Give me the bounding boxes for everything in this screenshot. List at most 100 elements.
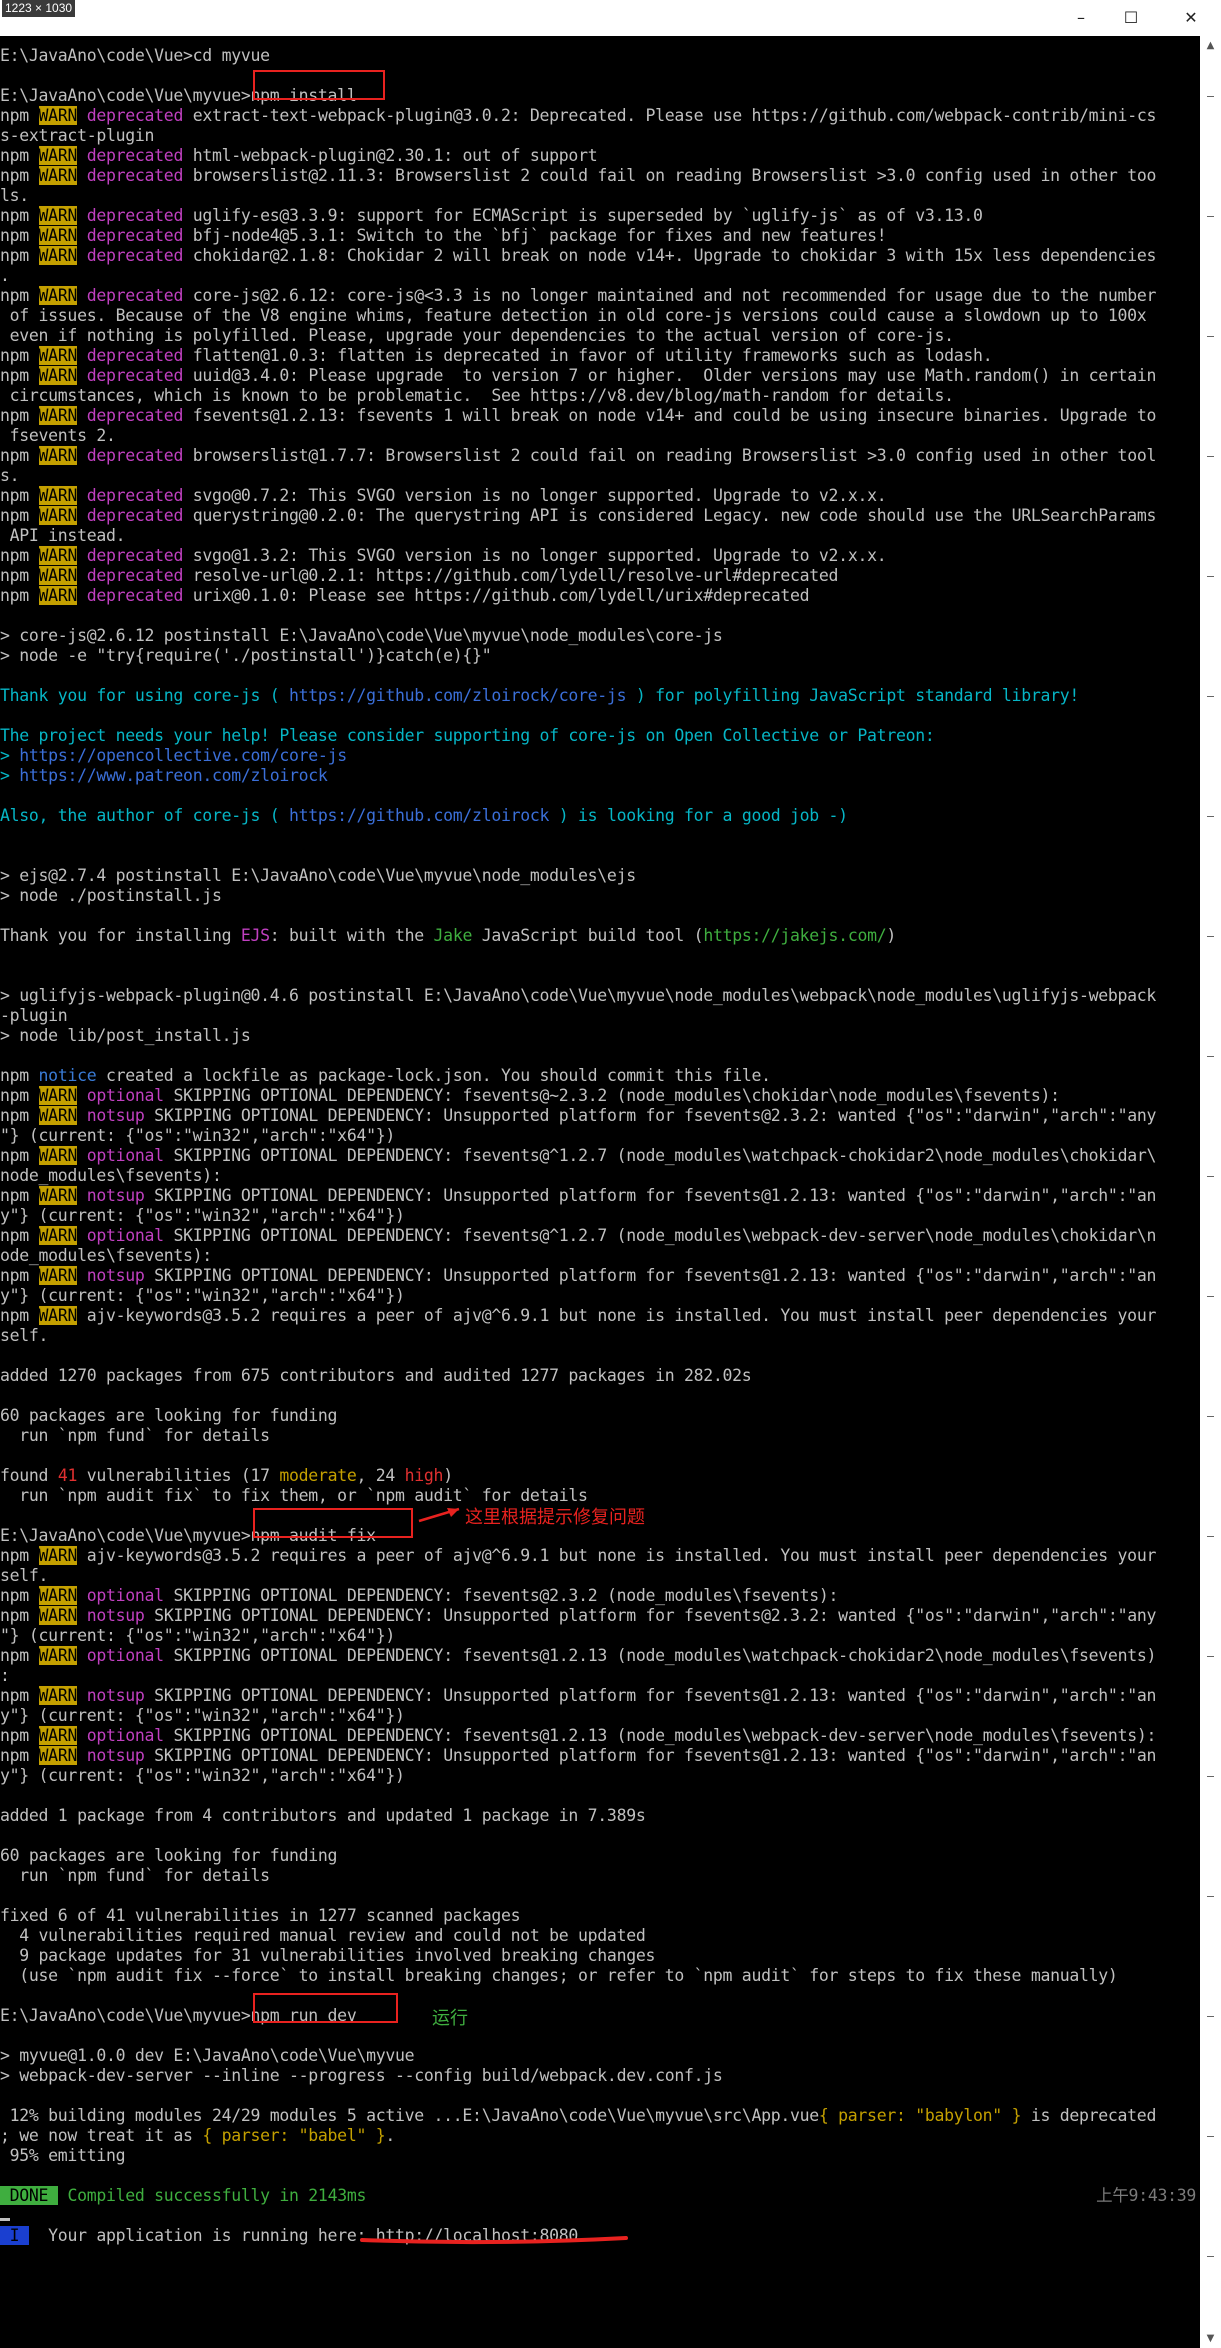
terminal-text-segment: resolve-url@0.2.1: https://github.com/ly… — [183, 566, 839, 585]
terminal-text-segment: deprecated — [86, 486, 184, 505]
terminal-line: npm WARN deprecated html-webpack-plugin@… — [0, 146, 598, 166]
terminal-text-segment: WARN — [38, 106, 78, 125]
terminal-line: DONE Compiled successfully in 2143ms — [0, 2186, 366, 2206]
terminal-text-segment: SKIPPING OPTIONAL DEPENDENCY: fsevents@1… — [163, 1646, 1157, 1665]
terminal-text-segment: https://github.com/zloirock/core-js — [289, 686, 627, 705]
scrollbar-tick — [1207, 1416, 1214, 1417]
terminal-text-segment: npm — [0, 1266, 39, 1285]
terminal-text-segment: npm — [0, 1546, 39, 1565]
terminal-text-segment: svgo@1.3.2: This SVGO version is no long… — [183, 546, 887, 565]
terminal-text-segment: bfj-node4@5.3.1: Switch to the `bfj` pac… — [183, 226, 887, 245]
terminal-text-segment: npm — [0, 586, 39, 605]
terminal-text-segment: ajv-keywords@3.5.2 requires a peer of aj… — [77, 1546, 1157, 1565]
terminal-line: run `npm fund` for details — [0, 1426, 270, 1446]
terminal-text-segment: WARN — [38, 1746, 78, 1765]
terminal-text-segment: deprecated — [86, 286, 184, 305]
terminal-line: npm WARN deprecated uglify-es@3.3.9: sup… — [0, 206, 983, 226]
terminal-text-segment: API instead. — [0, 526, 126, 545]
terminal-line: y"} (current: {"os":"win32","arch":"x64"… — [0, 1766, 405, 1786]
terminal-line: fixed 6 of 41 vulnerabilities in 1277 sc… — [0, 1906, 521, 1926]
terminal-text-segment: WARN — [38, 1266, 78, 1285]
terminal-text-segment: > node ./postinstall.js — [0, 886, 222, 905]
terminal-text-segment: WARN — [38, 1586, 78, 1605]
terminal-text-segment: (use `npm audit fix --force` to install … — [0, 1966, 1118, 1985]
terminal-text-segment: uuid@3.4.0: Please upgrade to version 7 … — [183, 366, 1157, 385]
terminal-line: 4 vulnerabilities required manual review… — [0, 1926, 646, 1946]
terminal-text-segment: urix@0.1.0: Please see https://github.co… — [183, 586, 810, 605]
terminal-text-segment: 41 — [57, 1466, 78, 1485]
terminal-line: npm WARN deprecated bfj-node4@5.3.1: Swi… — [0, 226, 887, 246]
terminal-text-segment: WARN — [38, 206, 78, 225]
terminal-text-segment: s-extract-plugin — [0, 126, 155, 145]
terminal-line: even if nothing is polyfilled. Please, u… — [0, 326, 954, 346]
terminal-text-segment: y"} (current: {"os":"win32","arch":"x64"… — [0, 1286, 405, 1305]
terminal-text-segment: of issues. Because of the V8 engine whim… — [0, 306, 1147, 325]
terminal-line: npm WARN deprecated querystring@0.2.0: T… — [0, 506, 1156, 526]
maximize-icon[interactable]: ☐ — [1111, 4, 1151, 32]
window-title: 1223 × 1030 — [2, 0, 76, 17]
terminal-text-segment: > core-js@2.6.12 postinstall E:\JavaAno\… — [0, 626, 723, 645]
terminal-text-segment: ) — [443, 1466, 453, 1485]
terminal-line: (use `npm audit fix --force` to install … — [0, 1966, 1118, 1986]
terminal-text-segment: optional — [86, 1086, 164, 1105]
terminal-text-segment: WARN — [38, 1546, 78, 1565]
terminal-text-segment: run `npm fund` for details — [0, 1866, 270, 1885]
terminal-text-segment: created a lockfile as package-lock.json.… — [96, 1066, 771, 1085]
terminal-text-segment: WARN — [38, 1606, 78, 1625]
terminal-text-segment: npm — [0, 1066, 39, 1085]
terminal-text-segment: Thank you for using core-js ( — [0, 686, 290, 705]
terminal-text-segment: https://www.patreon.com/zloirock — [19, 766, 328, 785]
terminal-text-segment: I — [0, 2226, 29, 2245]
terminal-text-segment: deprecated — [86, 506, 184, 525]
scrollbar-tick — [1207, 456, 1214, 457]
terminal-text-segment: SKIPPING OPTIONAL DEPENDENCY: Unsupporte… — [144, 1106, 1157, 1125]
terminal-text-segment: y"} (current: {"os":"win32","arch":"x64"… — [0, 1706, 405, 1725]
terminal-text-segment: { parser: "babel" } — [202, 2126, 386, 2145]
terminal-text-segment: WARN — [38, 1686, 78, 1705]
terminal-line: . — [0, 266, 10, 286]
terminal-line: of issues. Because of the V8 engine whim… — [0, 306, 1147, 326]
terminal-line: npm WARN deprecated svgo@1.3.2: This SVG… — [0, 546, 887, 566]
terminal-line: npm WARN deprecated flatten@1.0.3: flatt… — [0, 346, 993, 366]
terminal-text-segment: WARN — [38, 1086, 78, 1105]
terminal-text-segment: deprecated — [86, 246, 184, 265]
terminal-text-segment: > uglifyjs-webpack-plugin@0.4.6 postinst… — [0, 986, 1157, 1005]
terminal-text-segment: > ejs@2.7.4 postinstall E:\JavaAno\code\… — [0, 866, 636, 885]
terminal-text-segment: npm — [0, 1186, 39, 1205]
terminal-text-segment: added 1 package from 4 contributors and … — [0, 1806, 646, 1825]
terminal-line: npm WARN deprecated fsevents@1.2.13: fse… — [0, 406, 1156, 426]
terminal-text-segment: SKIPPING OPTIONAL DEPENDENCY: fsevents@1… — [163, 1726, 1157, 1745]
close-icon[interactable]: ✕ — [1171, 4, 1211, 32]
terminal-text-segment: flatten@1.0.3: flatten is deprecated in … — [183, 346, 993, 365]
terminal-line: npm WARN notsup SKIPPING OPTIONAL DEPEND… — [0, 1606, 1156, 1626]
terminal-line: y"} (current: {"os":"win32","arch":"x64"… — [0, 1206, 405, 1226]
terminal-text-segment: 60 packages are looking for funding — [0, 1846, 338, 1865]
terminal-line: 60 packages are looking for funding — [0, 1406, 337, 1426]
minimize-icon[interactable]: – — [1061, 4, 1101, 32]
annotation-audit-note: 这里根据提示修复问题 — [465, 1507, 645, 1528]
terminal-text-segment: optional — [86, 1146, 164, 1165]
vertical-scrollbar[interactable]: ▲ ▼ — [1200, 36, 1221, 2348]
terminal-line: > uglifyjs-webpack-plugin@0.4.6 postinst… — [0, 986, 1156, 1006]
terminal-text-segment: npm — [0, 1646, 39, 1665]
scroll-up-icon[interactable]: ▲ — [1203, 40, 1218, 51]
terminal-line: npm WARN deprecated chokidar@2.1.8: Chok… — [0, 246, 1156, 266]
terminal-output[interactable]: E:\JavaAno\code\Vue>cd myvue E:\JavaAno\c… — [0, 36, 1200, 2348]
terminal-line: npm WARN optional SKIPPING OPTIONAL DEPE… — [0, 1646, 1156, 1666]
scroll-down-icon[interactable]: ▼ — [1203, 2333, 1218, 2344]
terminal-text-segment: https://jakejs.com/ — [703, 926, 887, 945]
terminal-text-segment: notsup — [86, 1106, 145, 1125]
